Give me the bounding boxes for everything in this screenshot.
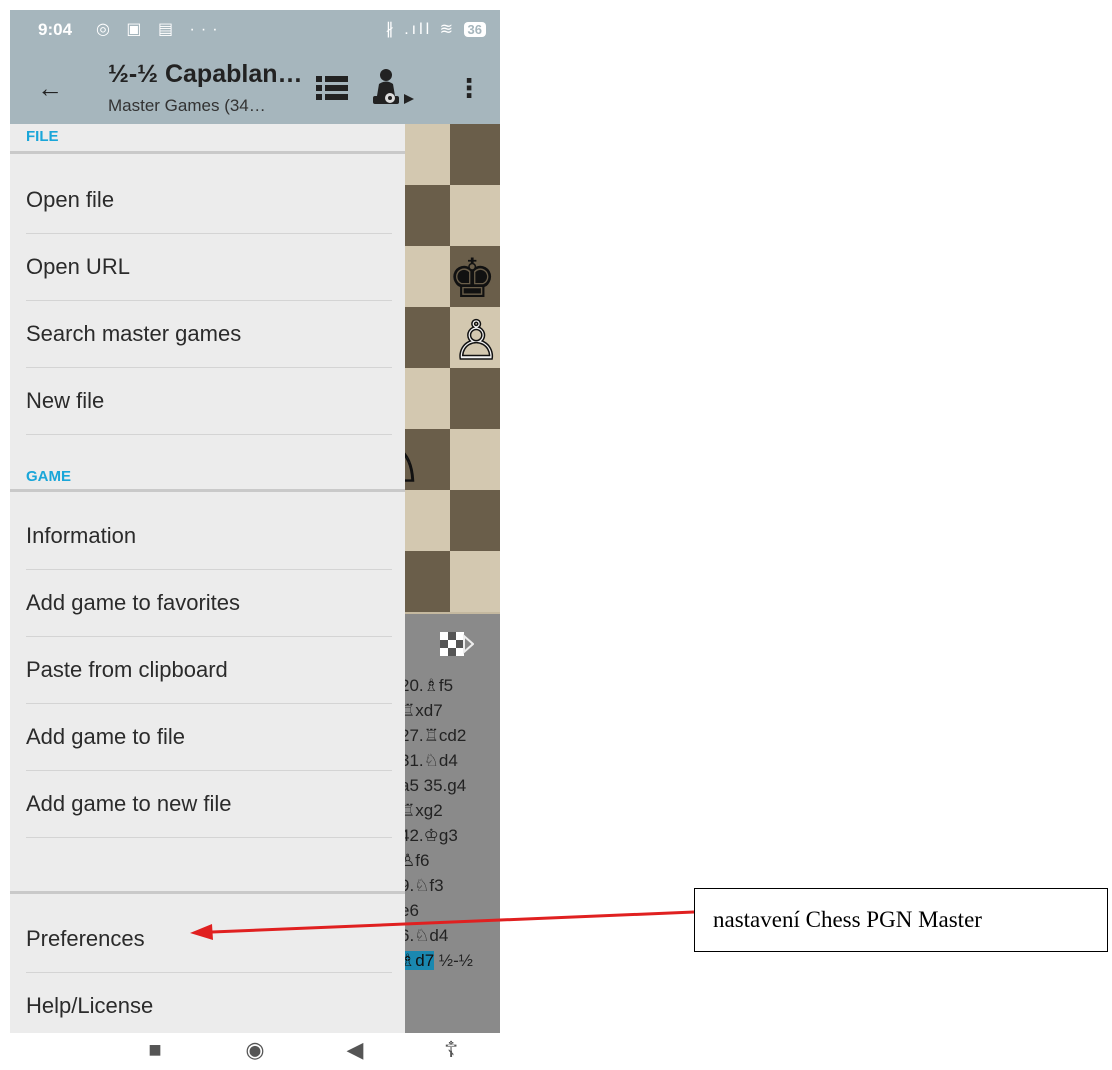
board-square xyxy=(400,185,450,246)
board-square xyxy=(450,490,500,551)
menu-label: Add game to file xyxy=(26,724,185,749)
game-title: ½-½ Capablan… xyxy=(108,60,303,88)
board-square xyxy=(450,551,500,612)
divider xyxy=(26,837,392,838)
menu-add-to-favorites[interactable]: Add game to favorites xyxy=(10,570,405,636)
system-icons: ∦ .ıll ≋ 36 xyxy=(386,19,486,39)
move-line[interactable]: 27.♖cd2 xyxy=(400,726,466,746)
menu-add-game-to-file[interactable]: Add game to file xyxy=(10,704,405,770)
move-line-final[interactable]: ♗d7 ½-½ xyxy=(400,951,473,971)
board-square xyxy=(400,368,450,429)
accessibility-icon[interactable]: ☦ xyxy=(436,1037,466,1063)
board-square xyxy=(400,490,450,551)
move-line[interactable]: ♖xd7 xyxy=(400,701,443,721)
chess-board[interactable]: ♚ ♙ ♘ xyxy=(400,124,500,614)
move-line[interactable]: a5 35.g4 xyxy=(400,776,466,796)
divider xyxy=(26,434,392,435)
back-icon[interactable]: ◀ xyxy=(340,1037,370,1063)
notification-icons: ◎ ▣ ▤ ··· xyxy=(96,21,224,38)
board-square xyxy=(450,185,500,246)
menu-information[interactable]: Information xyxy=(10,503,405,569)
white-pawn-icon[interactable]: ♙ xyxy=(451,313,500,369)
annotation-box: nastavení Chess PGN Master xyxy=(694,888,1108,952)
menu-label: Open URL xyxy=(26,254,130,279)
menu-label: Preferences xyxy=(26,926,145,951)
move-list[interactable]: 20.♗f5 ♖xd7 27.♖cd2 31.♘d4 a5 35.g4 ♖xg2… xyxy=(400,614,500,1033)
home-icon[interactable]: ◉ xyxy=(240,1037,270,1063)
menu-label: Paste from clipboard xyxy=(26,657,228,682)
board-square xyxy=(400,246,450,307)
menu-label: New file xyxy=(26,388,105,413)
board-square xyxy=(400,551,450,612)
board-square xyxy=(450,368,500,429)
status-bar: 9:04 ◎ ▣ ▤ ··· ∦ .ıll ≋ 36 xyxy=(10,10,500,50)
board-square xyxy=(400,307,450,368)
list-icon[interactable] xyxy=(316,74,348,102)
menu-label: Add game to favorites xyxy=(26,590,241,615)
recent-apps-icon[interactable]: ■ xyxy=(140,1037,170,1063)
move-line[interactable]: 31.♘d4 xyxy=(400,751,458,771)
menu-search-master-games[interactable]: Search master games xyxy=(10,301,405,367)
menu-label: Search master games xyxy=(26,321,242,346)
game-subtitle: Master Games (34… xyxy=(108,96,266,115)
menu-label: Information xyxy=(26,523,137,548)
flip-board-icon[interactable] xyxy=(440,632,474,658)
move-line[interactable]: 20.♗f5 xyxy=(400,676,453,696)
annotation-text: nastavení Chess PGN Master xyxy=(713,907,982,932)
battery-icon: 36 xyxy=(463,22,486,37)
menu-help-license[interactable]: Help/License xyxy=(10,973,405,1033)
menu-preferences[interactable]: Preferences xyxy=(10,906,405,972)
menu-add-game-to-new-file[interactable]: Add game to new file xyxy=(10,771,405,837)
section-divider xyxy=(10,891,405,894)
menu-new-file[interactable]: New file xyxy=(10,368,405,434)
engine-pawn-icon[interactable] xyxy=(366,68,416,108)
menu-label: Add game to new file xyxy=(26,791,232,816)
more-vertical-icon[interactable]: ⋮ xyxy=(456,70,482,106)
system-nav-bar: ■ ◉ ◀ ☦ xyxy=(0,1033,500,1070)
signal-icons: ∦ .ıll ≋ xyxy=(385,21,457,38)
move-line[interactable]: ♖xg2 xyxy=(400,801,443,821)
status-time: 9:04 xyxy=(38,20,73,39)
move-line[interactable]: 6.♘d4 xyxy=(400,926,448,946)
menu-paste-from-clipboard[interactable]: Paste from clipboard xyxy=(10,637,405,703)
menu-label: Help/License xyxy=(26,993,154,1018)
game-result: ½-½ xyxy=(438,951,473,970)
board-square xyxy=(400,124,450,185)
section-divider xyxy=(10,151,405,154)
move-line[interactable]: 42.♔g3 xyxy=(400,826,458,846)
menu-open-url[interactable]: Open URL xyxy=(10,234,405,300)
menu-open-file[interactable]: Open file xyxy=(10,167,405,233)
back-arrow-icon[interactable]: ← xyxy=(34,72,66,104)
menu-label: Open file xyxy=(26,187,115,212)
current-move[interactable]: ♗d7 xyxy=(400,951,435,970)
board-square xyxy=(450,429,500,490)
app-toolbar: ← ½-½ Capablan… Master Games (34… ⋮ xyxy=(10,50,500,124)
board-square xyxy=(450,124,500,185)
navigation-drawer: FILE Open file Open URL Search master ga… xyxy=(10,124,405,1033)
section-header-game: GAME xyxy=(26,468,71,485)
phone-screen: 9:04 ◎ ▣ ▤ ··· ∦ .ıll ≋ 36 ← ½-½ Capabla… xyxy=(10,10,500,1033)
move-line[interactable]: 9.♘f3 xyxy=(400,876,444,896)
section-header-file: FILE xyxy=(26,128,59,145)
black-king-icon[interactable]: ♚ xyxy=(448,252,496,306)
section-divider xyxy=(10,489,405,492)
